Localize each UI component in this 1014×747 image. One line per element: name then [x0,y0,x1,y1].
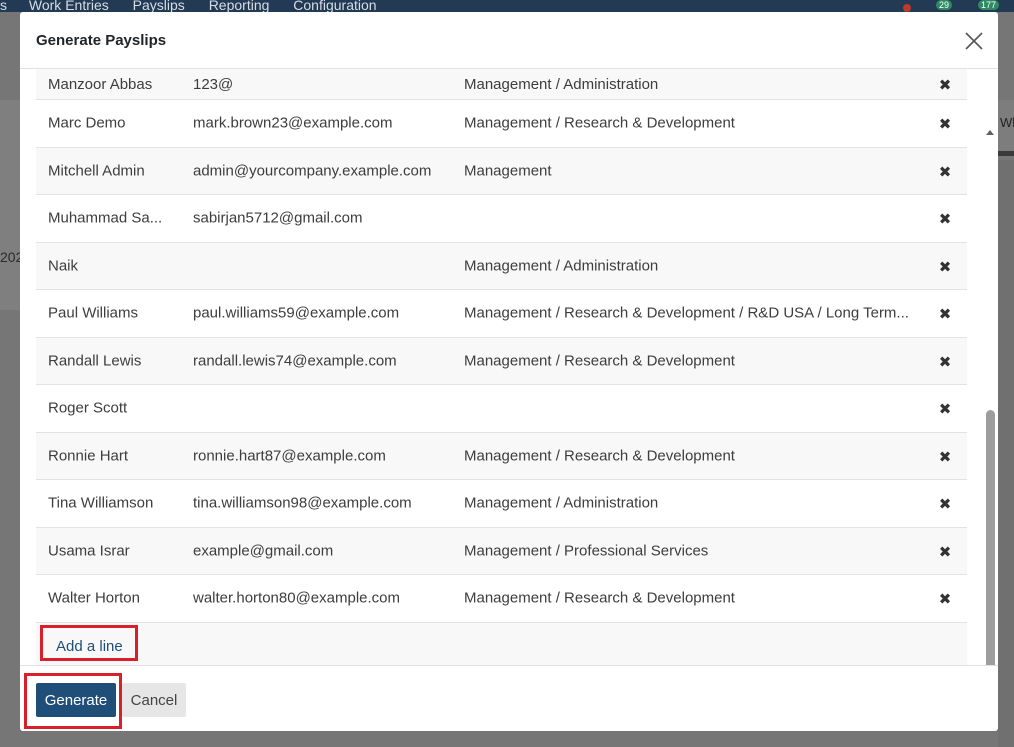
employee-email: walter.horton80@example.com [193,589,400,607]
add-line-row: Add a line [36,622,967,665]
delete-row-icon[interactable]: ✖ [937,448,953,464]
delete-row-icon[interactable]: ✖ [937,115,953,131]
employee-list-body[interactable]: Manzoor Abbas 123@ Management / Administra… [20,69,998,665]
employee-department: Management / Research & Development [464,447,735,465]
employee-email: paul.williams59@example.com [193,304,400,322]
employee-department: Management [464,162,552,180]
employee-email: admin@yourcompany.example.com [193,162,432,180]
employee-name: Tina Williamson [48,494,154,512]
employee-email: mark.brown23@example.com [193,114,393,132]
delete-row-icon[interactable]: ✖ [937,495,953,511]
employee-row[interactable]: Mitchell Admin admin@yourcompany.example.… [36,147,967,195]
close-icon[interactable] [964,31,984,51]
dialog-header: Generate Payslips [20,12,998,69]
employee-department: Management / Research & Development [464,114,735,132]
employee-department: Management / Research & Development [464,352,735,370]
scrollbar[interactable] [982,126,998,665]
background-tab: Wh [998,100,1014,155]
generate-highlight [24,673,122,729]
employee-email: randall.lewis74@example.com [193,352,397,370]
generate-payslips-dialog: Generate Payslips Manzoor Abbas 123@ Manag… [20,12,998,731]
delete-row-icon[interactable]: ✖ [937,590,953,606]
background-navbar: s Work Entries Payslips Reporting Config… [0,0,1014,12]
background-panel [998,160,1014,747]
dialog-footer: Generate Cancel [20,665,998,731]
employee-name: Randall Lewis [48,352,142,370]
delete-row-icon[interactable]: ✖ [937,258,953,274]
employee-row[interactable]: Manzoor Abbas 123@ Management / Administra… [36,69,967,100]
background-menu-item: Work Entries [28,0,109,12]
employee-row[interactable]: Muhammad Sa... sabirjan5712@gmail.com ✖ [36,195,967,243]
employee-email: example@gmail.com [193,542,334,560]
employee-email: sabirjan5712@gmail.com [193,209,363,227]
employee-row[interactable]: Randall Lewis randall.lewis74@example.com… [36,337,967,385]
messages-badge: 29 [936,0,953,10]
employee-name: Ronnie Hart [48,447,129,465]
employee-name: Naik [48,257,79,275]
employee-row[interactable]: Roger Scott ✖ [36,385,967,433]
employee-department: Management / Professional Services [464,542,709,560]
employee-row[interactable]: Paul Williams paul.williams59@example.com… [36,290,967,338]
employee-email: tina.williamson98@example.com [193,494,412,512]
employee-name: Mitchell Admin [48,162,145,180]
delete-row-icon[interactable]: ✖ [937,353,953,369]
employee-row[interactable]: Marc Demo mark.brown23@example.com Managem… [36,100,967,148]
employee-department: Management / Research & Development / R&… [464,304,909,322]
background-panel [0,100,20,310]
employee-row[interactable]: Walter Horton walter.horton80@example.com… [36,575,967,623]
delete-row-icon[interactable]: ✖ [937,210,953,226]
employee-name: Roger Scott [48,399,128,417]
background-menu-item: s [0,0,7,12]
delete-row-icon[interactable]: ✖ [937,163,953,179]
delete-row-icon[interactable]: ✖ [937,76,953,92]
dialog-title: Generate Payslips [36,32,167,49]
scroll-thumb[interactable] [986,410,995,665]
employee-row[interactable]: Ronnie Hart ronnie.hart87@example.com Mana… [36,432,967,480]
background-menu-item: Reporting [208,0,270,12]
employee-name: Marc Demo [48,114,126,132]
employee-department: Management / Research & Development [464,589,735,607]
notification-dot [903,4,911,12]
background-menu: s Work Entries Payslips Reporting Config… [0,0,397,12]
employee-name: Usama Israr [48,542,130,560]
employee-name: Muhammad Sa... [48,209,163,227]
employee-name: Walter Horton [48,589,140,607]
scroll-up-arrow-icon[interactable] [986,130,994,135]
employee-department: Management / Administration [464,76,659,93]
employee-department: Management / Administration [464,257,659,275]
employee-row[interactable]: Naik Management / Administration ✖ [36,242,967,290]
employee-department: Management / Administration [464,494,659,512]
employee-row[interactable]: Tina Williamson tina.williamson98@example… [36,480,967,528]
employee-row[interactable]: Usama Israr example@gmail.com Management /… [36,527,967,575]
background-menu-item: Configuration [293,0,377,12]
employee-name: Manzoor Abbas [48,76,153,93]
add-line-highlight [40,625,138,661]
cancel-button[interactable]: Cancel [122,683,186,717]
employee-table: Manzoor Abbas 123@ Management / Administra… [36,69,967,665]
employee-email: 123@ [193,76,234,93]
employee-email: ronnie.hart87@example.com [193,447,386,465]
background-menu-item: Payslips [132,0,185,12]
delete-row-icon[interactable]: ✖ [937,400,953,416]
delete-row-icon[interactable]: ✖ [937,543,953,559]
activity-badge: 177 [978,0,1000,10]
employee-name: Paul Williams [48,304,139,322]
delete-row-icon[interactable]: ✖ [937,305,953,321]
background-tab-underline [998,151,1014,156]
